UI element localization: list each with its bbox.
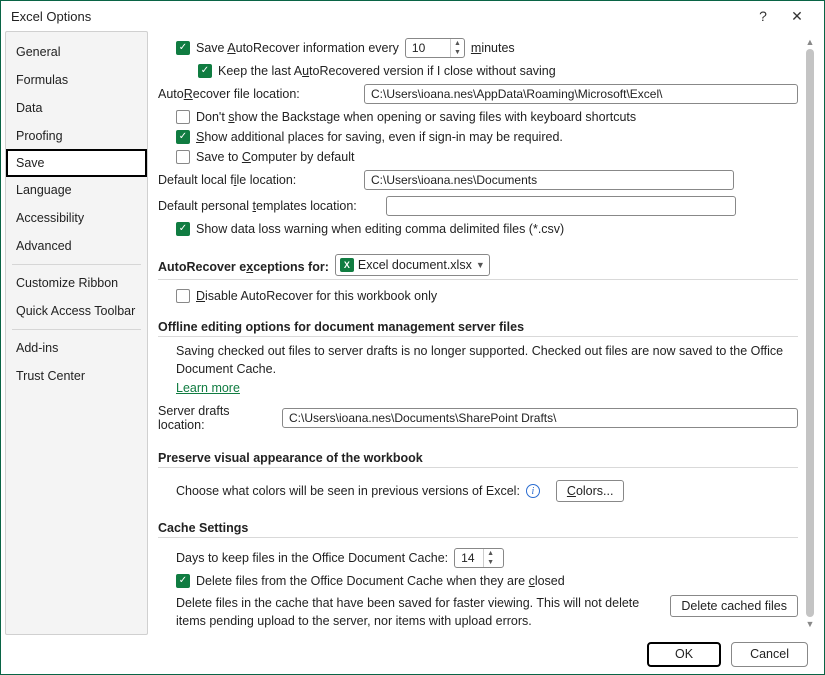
sidebar-item-advanced[interactable]: Advanced	[6, 232, 147, 260]
server-drafts-input[interactable]: C:\Users\ioana.nes\Documents\SharePoint …	[282, 408, 798, 428]
excel-file-icon: X	[340, 258, 354, 272]
default-local-input[interactable]: C:\Users\ioana.nes\Documents	[364, 170, 734, 190]
sidebar-item-save[interactable]: Save	[6, 149, 147, 177]
help-icon[interactable]: ?	[746, 8, 780, 24]
backstage-checkbox[interactable]	[176, 110, 190, 124]
sidebar-item-addins[interactable]: Add-ins	[6, 334, 147, 362]
cache-delete-label: Delete files from the Office Document Ca…	[196, 574, 565, 588]
sidebar-item-language[interactable]: Language	[6, 176, 147, 204]
cache-days-spinner[interactable]: 14 ▲▼	[454, 548, 504, 568]
autorecover-location-label: AutoRecover file location:	[158, 87, 356, 101]
cache-days-label: Days to keep files in the Office Documen…	[176, 551, 448, 565]
minutes-label: minutes	[471, 41, 515, 55]
cache-desc: Delete files in the cache that have been…	[176, 595, 660, 630]
autorecover-location-input[interactable]: C:\Users\ioana.nes\AppData\Roaming\Micro…	[364, 84, 798, 104]
autorecover-label: Save AutoRecover information every	[196, 41, 399, 55]
save-computer-checkbox[interactable]	[176, 150, 190, 164]
sidebar-item-formulas[interactable]: Formulas	[6, 66, 147, 94]
sidebar-item-data[interactable]: Data	[6, 94, 147, 122]
default-local-label: Default local file location:	[158, 173, 356, 187]
additional-places-label: Show additional places for saving, even …	[196, 130, 563, 144]
sidebar-item-customize-ribbon[interactable]: Customize Ribbon	[6, 269, 147, 297]
content-pane: Save AutoRecover information every 10 ▲▼…	[158, 35, 816, 635]
templates-label: Default personal templates location:	[158, 199, 378, 213]
scroll-down-icon[interactable]: ▼	[804, 617, 816, 631]
scrollbar-thumb[interactable]	[806, 49, 814, 617]
close-icon[interactable]: ✕	[780, 8, 814, 25]
keep-last-checkbox[interactable]	[198, 64, 212, 78]
scroll-up-icon[interactable]: ▲	[804, 35, 816, 49]
sidebar-separator	[12, 329, 141, 330]
cache-head: Cache Settings	[158, 515, 798, 537]
learn-more-link[interactable]: Learn more	[176, 381, 240, 395]
sidebar-separator	[12, 264, 141, 265]
offline-head: Offline editing options for document man…	[158, 314, 798, 336]
scrollbar[interactable]: ▲ ▼	[804, 35, 816, 631]
ar-exceptions-head: AutoRecover exceptions for:	[158, 254, 329, 276]
delete-cached-files-button[interactable]: Delete cached files	[670, 595, 798, 617]
sidebar-item-trust-center[interactable]: Trust Center	[6, 362, 147, 390]
autorecover-checkbox[interactable]	[176, 41, 190, 55]
preserve-desc: Choose what colors will be seen in previ…	[176, 484, 520, 498]
chevron-down-icon: ▼	[476, 260, 485, 270]
sidebar-item-accessibility[interactable]: Accessibility	[6, 204, 147, 232]
cancel-button[interactable]: Cancel	[731, 642, 808, 667]
ok-button[interactable]: OK	[647, 642, 721, 667]
sidebar: General Formulas Data Proofing Save Lang…	[5, 31, 148, 635]
dialog-footer: OK Cancel	[1, 634, 824, 674]
sidebar-item-quick-access[interactable]: Quick Access Toolbar	[6, 297, 147, 325]
disable-autorecover-checkbox[interactable]	[176, 289, 190, 303]
keep-last-label: Keep the last AutoRecovered version if I…	[218, 64, 556, 78]
colors-button[interactable]: Colors...	[556, 480, 625, 502]
autorecover-minutes-spinner[interactable]: 10 ▲▼	[405, 38, 465, 58]
titlebar: Excel Options ? ✕	[1, 1, 824, 31]
csv-warning-checkbox[interactable]	[176, 222, 190, 236]
ar-exceptions-combo[interactable]: X Excel document.xlsx ▼	[335, 254, 490, 276]
sidebar-item-general[interactable]: General	[6, 38, 147, 66]
disable-autorecover-label: Disable AutoRecover for this workbook on…	[196, 289, 437, 303]
offline-desc: Saving checked out files to server draft…	[158, 343, 798, 378]
preserve-head: Preserve visual appearance of the workbo…	[158, 445, 798, 467]
server-drafts-label: Server drafts location:	[158, 404, 274, 432]
cache-delete-checkbox[interactable]	[176, 574, 190, 588]
save-computer-label: Save to Computer by default	[196, 150, 354, 164]
backstage-label: Don't show the Backstage when opening or…	[196, 110, 636, 124]
templates-input[interactable]	[386, 196, 736, 216]
info-icon[interactable]: i	[526, 484, 540, 498]
sidebar-item-proofing[interactable]: Proofing	[6, 122, 147, 150]
additional-places-checkbox[interactable]	[176, 130, 190, 144]
window-title: Excel Options	[11, 9, 91, 24]
csv-warning-label: Show data loss warning when editing comm…	[196, 222, 564, 236]
